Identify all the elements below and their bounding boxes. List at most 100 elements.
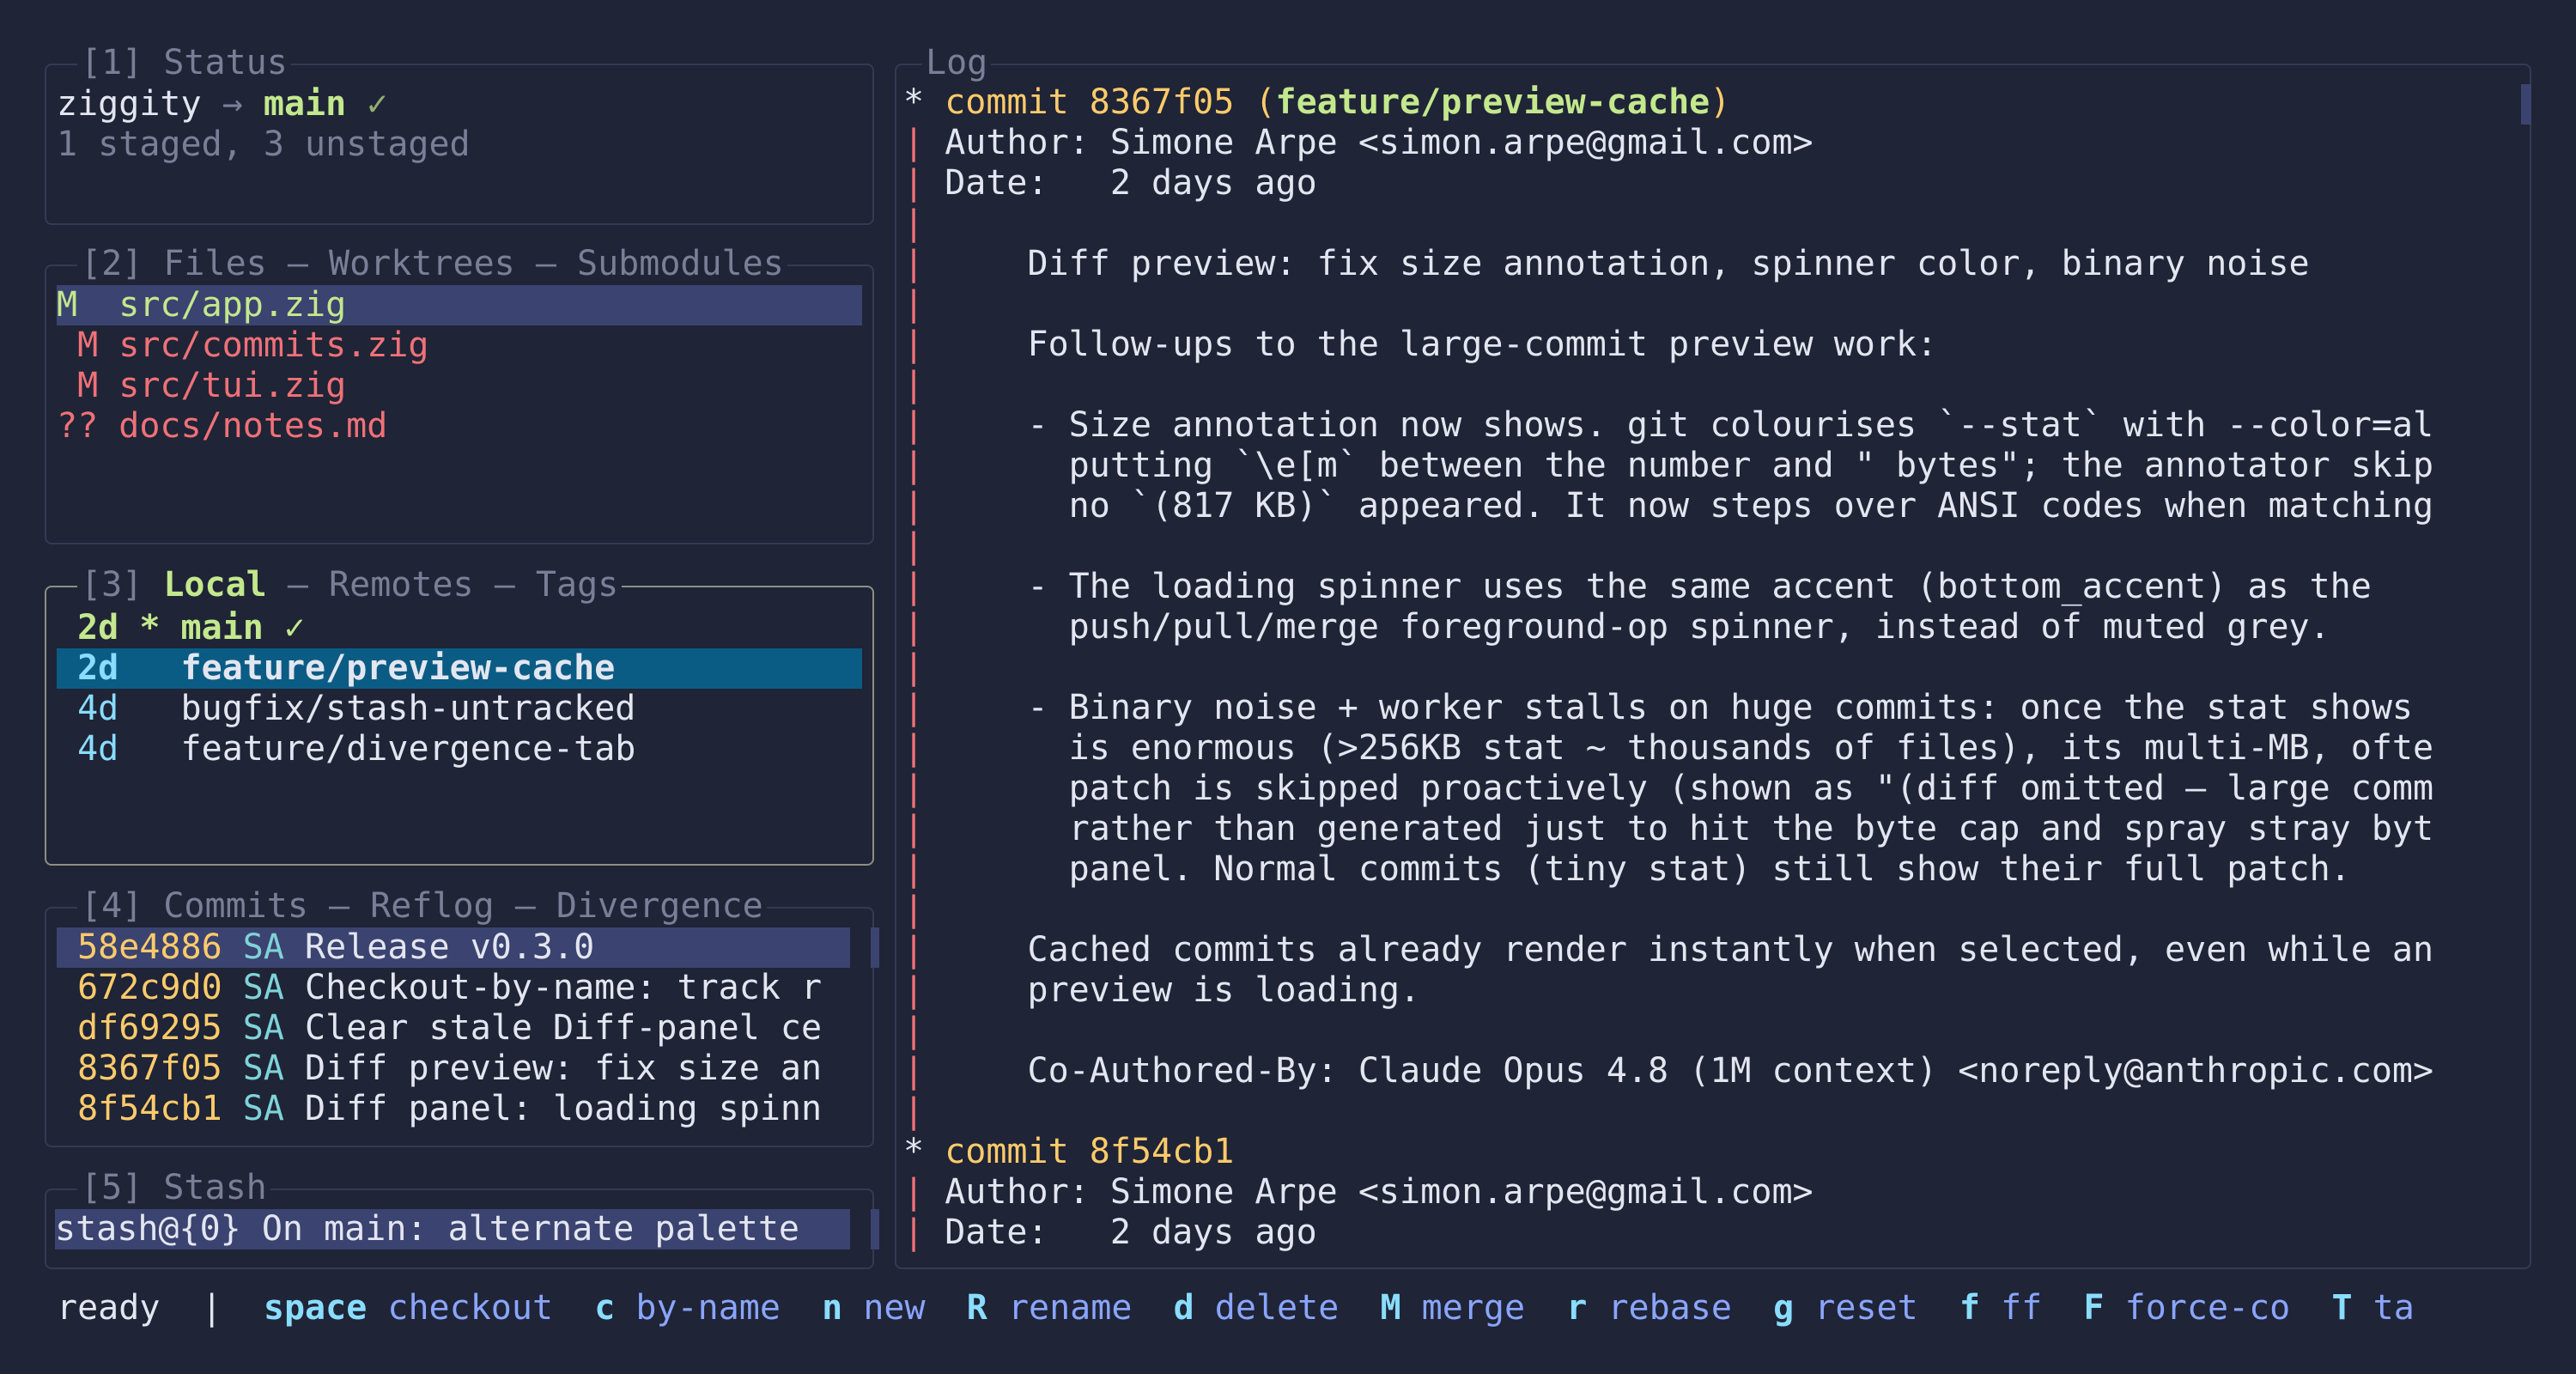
branch-name: feature/divergence-tab (180, 729, 636, 769)
graph-line: | (903, 809, 925, 848)
commit-hash: df69295 (77, 1008, 222, 1048)
branch-item[interactable]: 2d feature/preview-cache (57, 648, 862, 689)
file-item[interactable]: M src/commits.zig (57, 325, 862, 366)
commit-row[interactable]: df69295 SA Clear stale Diff-panel ce (57, 1008, 850, 1049)
commits-scrollbar[interactable] (871, 927, 879, 968)
graph-line: | (903, 970, 925, 1010)
files-panel[interactable]: [2] Files – Worktrees – Submodules M src… (45, 244, 874, 544)
commit-message: Diff panel: loading spinn (305, 1089, 823, 1128)
stash-scrollbar[interactable] (871, 1209, 879, 1249)
key-d: d (1173, 1288, 1194, 1328)
tab-tags[interactable]: Tags (536, 565, 618, 605)
branch-name: bugfix/stash-untracked (180, 689, 636, 728)
key-f: f (1959, 1288, 1980, 1328)
message-line: | - The loading spinner uses the same ac… (903, 567, 2531, 607)
change-summary: 1 staged, 3 unstaged (57, 125, 471, 164)
message-line: | - Size annotation now shows. git colou… (903, 405, 2531, 446)
log-text: Co-Authored-By: Claude Opus 4.8 (1M cont… (945, 1051, 2434, 1091)
tab-remotes[interactable]: Remotes (329, 565, 474, 605)
log-text: preview is loading. (945, 970, 1421, 1010)
action-new[interactable]: new (863, 1288, 925, 1328)
panel-title: [1] Status (77, 43, 291, 83)
action-by-name[interactable]: by-name (635, 1288, 781, 1328)
status-bar: ready | space checkout c by-name n new R… (57, 1288, 2415, 1328)
author-line: | Author: Simone Arpe <simon.arpe@gmail.… (903, 123, 2531, 163)
tab-separator: – (287, 565, 308, 605)
stash-panel[interactable]: [5] Stash stash@{0} On main: alternate p… (45, 1168, 879, 1269)
commit-row[interactable]: 58e4886 SA Release v0.3.0 (57, 927, 850, 968)
key-c: c (594, 1288, 616, 1328)
date-line: | Date: 2 days ago (903, 1213, 2531, 1253)
graph-line: | (903, 163, 925, 203)
graph-line: | (903, 1213, 925, 1252)
panel-number: [2] (81, 244, 143, 283)
log-text: panel. Normal commits (tiny stat) still … (945, 849, 2351, 889)
file-item[interactable]: M src/app.zig (57, 285, 862, 325)
commit-hash: 8f54cb1 (77, 1089, 222, 1128)
branch-item[interactable]: 2d * main ✓ (57, 608, 862, 648)
branch-age: 2d (77, 608, 119, 647)
check-icon: ✓ (367, 84, 388, 124)
commit-row[interactable]: 8367f05 SA Diff preview: fix size an (57, 1049, 850, 1089)
commit-message: Clear stale Diff-panel ce (305, 1008, 823, 1048)
log-text: - The loading spinner uses the same acce… (945, 567, 2372, 606)
key-r: r (1566, 1288, 1588, 1328)
branches-panel[interactable]: [3] Local – Remotes – Tags 2d * main ✓ 2… (45, 565, 874, 866)
message-line: | (903, 890, 2531, 930)
action-merge[interactable]: merge (1422, 1288, 1525, 1328)
message-line: | (903, 1091, 2531, 1132)
commit-author: SA (242, 968, 284, 1007)
commit-message: Diff preview: fix size an (305, 1049, 823, 1088)
message-line: | push/pull/merge foreground-op spinner,… (903, 607, 2531, 647)
file-item[interactable]: ?? docs/notes.md (57, 406, 862, 447)
action-delete[interactable]: delete (1215, 1288, 1340, 1328)
message-line: | putting `\e[m` between the number and … (903, 446, 2531, 486)
status-panel[interactable]: [1] Status ziggity → main ✓ 1 staged, 3 … (45, 43, 874, 225)
branch-item[interactable]: 4d feature/divergence-tab (57, 729, 862, 769)
commit-header[interactable]: * commit 8f54cb1 (903, 1132, 2531, 1172)
commit-row[interactable]: 672c9d0 SA Checkout-by-name: track r (57, 968, 850, 1008)
key-space: space (263, 1288, 368, 1328)
action-rebase[interactable]: rebase (1607, 1288, 1732, 1328)
graph-line: | (903, 890, 925, 929)
action-force-co[interactable]: force-co (2125, 1288, 2291, 1328)
action-rename[interactable]: rename (1008, 1288, 1133, 1328)
tab-separator: – (494, 565, 515, 605)
graph-line: | (903, 1011, 925, 1050)
commit-row[interactable]: 8f54cb1 SA Diff panel: loading spinn (57, 1089, 850, 1129)
message-line: | Diff preview: fix size annotation, spi… (903, 244, 2531, 284)
message-line: | Co-Authored-By: Claude Opus 4.8 (1M co… (903, 1051, 2531, 1091)
commit-header[interactable]: * commit 8367f05 (feature/preview-cache) (903, 82, 2531, 123)
log-text: Date: 2 days ago (945, 1213, 1317, 1252)
message-line: | (903, 526, 2531, 567)
file-path: src/commits.zig (118, 325, 429, 365)
log-text: putting `\e[m` between the number and " … (945, 446, 2434, 485)
message-line: | patch is skipped proactively (shown as… (903, 769, 2531, 809)
panel-title: [5] Stash (77, 1168, 270, 1208)
graph-line: | (903, 607, 925, 647)
stash-item[interactable]: stash@{0} On main: alternate palette (55, 1209, 850, 1249)
head-marker (139, 729, 160, 769)
graph-line: | (903, 123, 925, 162)
file-status: M (57, 285, 99, 325)
graph-line: | (903, 486, 925, 526)
action-ff[interactable]: ff (2001, 1288, 2042, 1328)
graph-line: | (903, 1051, 925, 1091)
graph-line: | (903, 1172, 925, 1212)
message-line: | is enormous (>256KB stat ~ thousands o… (903, 728, 2531, 769)
log-text: - Binary noise + worker stalls on huge c… (945, 688, 2414, 727)
action-checkout[interactable]: checkout (387, 1288, 553, 1328)
graph-line: | (903, 284, 925, 324)
action-reset[interactable]: reset (1814, 1288, 1917, 1328)
log-text: Cached commits already render instantly … (945, 930, 2434, 970)
action-ta[interactable]: ta (2373, 1288, 2415, 1328)
key-R: R (966, 1288, 987, 1328)
branch-age: 4d (77, 689, 119, 728)
repo-name: ziggity (57, 84, 202, 124)
commit-message: Release v0.3.0 (305, 927, 595, 967)
branch-item[interactable]: 4d bugfix/stash-untracked (57, 689, 862, 729)
commits-panel[interactable]: [4] Commits – Reflog – Divergence 58e488… (45, 886, 879, 1147)
file-item[interactable]: M src/tui.zig (57, 366, 862, 406)
tab-local[interactable]: Local (163, 565, 266, 605)
file-status: ?? (57, 406, 99, 446)
